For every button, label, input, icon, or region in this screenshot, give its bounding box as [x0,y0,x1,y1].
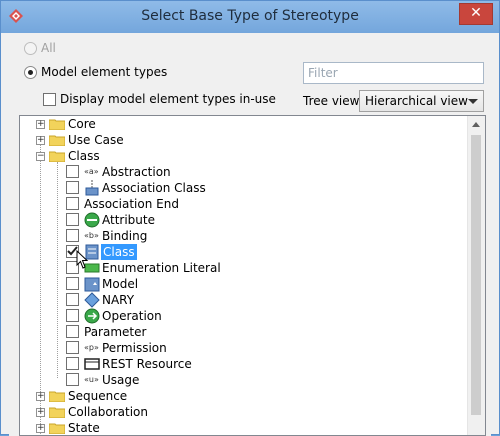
stereotype-icon: «b» [84,231,99,240]
expand-icon[interactable]: + [36,392,45,401]
window-title: Select Base Type of Stereotype [141,8,359,24]
expand-icon[interactable]: + [36,408,45,417]
tree-item-checkbox[interactable] [66,165,79,178]
operation-icon [84,308,100,324]
tree-item-label: Sequence [68,389,128,403]
tree-item-checkbox[interactable] [66,325,79,338]
expand-icon[interactable]: + [36,136,45,145]
tree-item-label: State [68,421,100,435]
tree-item-label: Binding [102,229,148,243]
tree-item-label: Enumeration Literal [102,261,221,275]
tree-view-value: Hierarchical view [365,94,468,108]
tree-item-checkbox[interactable] [66,229,79,242]
tree-item-checkbox[interactable] [66,181,79,194]
tree-item-abstraction[interactable]: «a» Abstraction [20,164,460,180]
attribute-icon [84,212,100,228]
model-element-types-radio[interactable] [24,66,37,79]
tree-item-checkbox[interactable] [66,309,79,322]
tree-item-operation[interactable]: Operation [20,308,460,324]
tree-item-model[interactable]: Model [20,276,460,292]
tree-item-parameter[interactable]: Parameter [20,324,460,340]
filter-input[interactable]: Filter [303,62,484,84]
tree-item-nary[interactable]: NARY [20,292,460,308]
tree-view-label: Tree view: [303,94,363,108]
tree-item-label: NARY [102,293,135,307]
stereotype-icon: «u» [84,375,99,384]
tree-item-label: Permission [102,341,167,355]
folder-icon [49,391,65,402]
tree-item-label: Attribute [102,213,155,227]
all-radio-label: All [41,41,56,55]
tree-item-checkbox[interactable] [66,373,79,386]
tree-item-label: Association Class [102,181,206,195]
open-folder-icon [49,151,65,162]
tree-item-use-case[interactable]: + Use Case [20,132,460,148]
tree-item-sequence[interactable]: + Sequence [20,388,460,404]
tree-item-rest-resource[interactable]: REST Resource [20,356,460,372]
tree-item-label: Use Case [68,133,124,147]
tree-item-checkbox[interactable] [66,277,79,290]
tree-item-checkbox[interactable] [66,293,79,306]
stereotype-icon: «a» [84,167,99,176]
tree-item-core[interactable]: + Core [20,116,460,132]
tree-item-collaboration[interactable]: + Collaboration [20,404,460,420]
folder-icon [49,423,65,434]
association-class-icon [85,180,99,196]
mouse-cursor-icon [76,250,89,269]
tree-item-label: Class [68,149,100,163]
tree-view-select[interactable]: Hierarchical view [359,90,484,112]
rest-resource-icon [84,358,100,370]
tree-item-association-end[interactable]: Association End [20,196,460,212]
type-tree[interactable]: + Core + Use Case − Class «a» Abstractio… [19,115,486,436]
tree-item-checkbox[interactable] [66,341,79,354]
tree-item-label: Association End [84,197,179,211]
collapse-icon[interactable]: − [36,152,45,161]
scroll-up-arrow-icon[interactable] [468,116,485,133]
folder-icon [49,135,65,146]
tree-item-label: Parameter [84,325,147,339]
stereotype-icon: «p» [84,343,99,352]
tree-item-label: REST Resource [102,357,192,371]
tree-item-label: Core [68,117,96,131]
display-inuse-checkbox[interactable] [43,93,56,106]
dialog-content: All Model element types Filter Display m… [9,33,491,436]
all-radio[interactable] [24,42,37,55]
tree-item-label: Class [101,244,137,260]
tree-item-label: Abstraction [102,165,171,179]
dialog-window: Select Base Type of Stereotype ✕ All Mod… [0,0,500,436]
tree-item-checkbox[interactable] [66,197,79,210]
tree-scrollbar[interactable] [467,116,485,435]
chevron-down-icon [468,99,478,104]
display-inuse-label: Display model element types in-use [60,92,276,106]
tree-item-label: Collaboration [68,405,148,419]
expand-icon[interactable]: + [36,120,45,129]
tree-item-class-folder[interactable]: − Class [20,148,460,164]
tree-item-label: Operation [102,309,162,323]
title-bar: Select Base Type of Stereotype ✕ [1,1,499,33]
tree-item-checkbox[interactable] [66,357,79,370]
expand-icon[interactable]: + [36,424,45,433]
model-icon [84,277,100,292]
folder-icon [49,407,65,418]
tree-item-permission[interactable]: «p» Permission [20,340,460,356]
tree-item-state[interactable]: + State [20,420,460,435]
tree-item-binding[interactable]: «b» Binding [20,228,460,244]
model-element-types-label: Model element types [41,65,168,79]
scrollbar-thumb[interactable] [471,135,481,415]
tree-item-attribute[interactable]: Attribute [20,212,460,228]
tree-item-association-class[interactable]: Association Class [20,180,460,196]
tree-item-label: Model [102,277,139,291]
tree-item-checkbox[interactable] [66,213,79,226]
close-button[interactable]: ✕ [459,3,493,25]
tree-item-usage[interactable]: «u» Usage [20,372,460,388]
folder-icon [49,119,65,130]
nary-diamond-icon [84,292,100,308]
tree-item-label: Usage [102,373,140,387]
